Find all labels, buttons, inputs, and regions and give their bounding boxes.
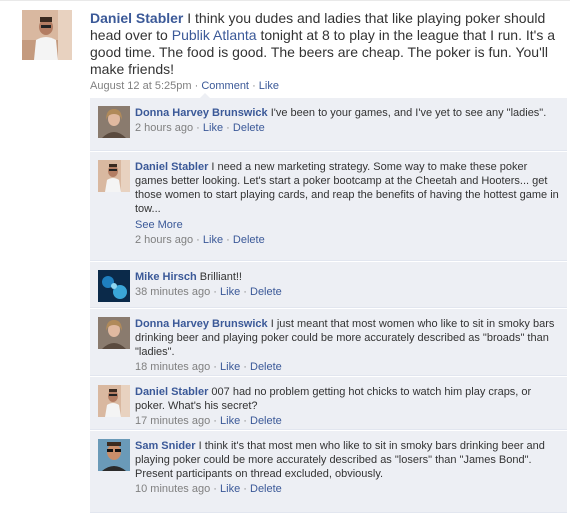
comment-delete-link[interactable]: Delete: [233, 234, 265, 246]
meta-separator: ·: [243, 361, 247, 373]
comment-author-link[interactable]: Sam Snider: [135, 440, 196, 452]
post-message: Daniel Stabler I think you dudes and lad…: [90, 10, 560, 78]
commenter-avatar[interactable]: [98, 160, 130, 192]
commenter-avatar[interactable]: [98, 317, 130, 349]
dark-blue-photo-icon: [98, 270, 130, 302]
comment-meta: 38 minutes ago · Like · Delete: [135, 285, 559, 299]
commenter-avatar[interactable]: [98, 106, 130, 138]
commenter-avatar[interactable]: [98, 385, 130, 417]
meta-separator: ·: [213, 361, 217, 373]
comments-list: Donna Harvey Brunswick I've been to your…: [90, 93, 567, 514]
comment-like-link[interactable]: Like: [203, 122, 223, 134]
comment-time[interactable]: 17 minutes ago: [135, 415, 210, 427]
comment-author-link[interactable]: Mike Hirsch: [135, 271, 197, 283]
comment-meta: 17 minutes ago · Like · Delete: [135, 414, 559, 428]
comment-item: Daniel Stabler I need a new marketing st…: [90, 152, 567, 261]
comment-like-link[interactable]: Like: [220, 483, 240, 495]
comment-item: Daniel Stabler 007 had no problem gettin…: [90, 377, 567, 430]
comment-delete-link[interactable]: Delete: [250, 361, 282, 373]
comment-time[interactable]: 2 hours ago: [135, 234, 193, 246]
comment-item: Donna Harvey Brunswick I just meant that…: [90, 309, 567, 376]
comment-text: I think it's that most men who like to s…: [135, 440, 545, 480]
woman-photo-icon: [98, 317, 130, 349]
meta-separator: ·: [243, 483, 247, 495]
comment-delete-link[interactable]: Delete: [233, 122, 265, 134]
comment-author-link[interactable]: Donna Harvey Brunswick: [135, 107, 268, 119]
meta-separator: ·: [243, 415, 247, 427]
comment-time[interactable]: 10 minutes ago: [135, 483, 210, 495]
comment-like-link[interactable]: Like: [220, 361, 240, 373]
meta-separator: ·: [194, 80, 199, 92]
meta-separator: ·: [226, 234, 230, 246]
woman-photo-icon: [98, 106, 130, 138]
meta-separator: ·: [213, 483, 217, 495]
comment-like-link[interactable]: Like: [220, 415, 240, 427]
post-timestamp[interactable]: August 12 at 5:25pm: [90, 80, 192, 92]
comment-delete-link[interactable]: Delete: [250, 415, 282, 427]
top-divider: [0, 0, 570, 1]
man-sunglasses-photo-icon: [98, 439, 130, 471]
comment-author-link[interactable]: Daniel Stabler: [135, 161, 208, 173]
meta-separator: ·: [196, 122, 200, 134]
comment-like-link[interactable]: Like: [220, 286, 240, 298]
comment-item: Donna Harvey Brunswick I've been to your…: [90, 98, 567, 151]
man-photo-icon: [98, 160, 130, 192]
comment-link[interactable]: Comment: [201, 80, 249, 92]
comment-author-link[interactable]: Donna Harvey Brunswick: [135, 318, 268, 330]
comment-time[interactable]: 18 minutes ago: [135, 361, 210, 373]
comment-meta: 2 hours ago · Like · Delete: [135, 233, 559, 247]
like-link[interactable]: Like: [259, 80, 279, 92]
comment-like-link[interactable]: Like: [203, 234, 223, 246]
comment-item: Sam Snider I think it's that most men wh…: [90, 431, 567, 513]
comment-time[interactable]: 2 hours ago: [135, 122, 193, 134]
commenter-avatar[interactable]: [98, 439, 130, 471]
comment-meta: 18 minutes ago · Like · Delete: [135, 360, 559, 374]
publik-atlanta-link[interactable]: Publik Atlanta: [172, 27, 257, 43]
commenter-avatar[interactable]: [98, 270, 130, 302]
meta-separator: ·: [196, 234, 200, 246]
meta-separator: ·: [213, 415, 217, 427]
see-more-link[interactable]: See More: [135, 218, 559, 232]
meta-separator: ·: [243, 286, 247, 298]
comment-time[interactable]: 38 minutes ago: [135, 286, 210, 298]
comment-meta: 10 minutes ago · Like · Delete: [135, 482, 559, 496]
comment-item: Mike Hirsch Brilliant!! 38 minutes ago ·…: [90, 262, 567, 308]
comment-meta: 2 hours ago · Like · Delete: [135, 121, 559, 135]
post-author-link[interactable]: Daniel Stabler: [90, 10, 183, 26]
comment-text: I've been to your games, and I've yet to…: [267, 107, 547, 119]
post-meta: August 12 at 5:25pm · Comment · Like: [90, 80, 560, 92]
comment-text: Brilliant!!: [196, 271, 242, 283]
comment-delete-link[interactable]: Delete: [250, 286, 282, 298]
man-photo-icon: [22, 10, 72, 60]
comment-author-link[interactable]: Daniel Stabler: [135, 386, 208, 398]
man-photo-icon: [98, 385, 130, 417]
meta-separator: ·: [213, 286, 217, 298]
meta-separator: ·: [226, 122, 230, 134]
author-avatar[interactable]: [22, 10, 72, 60]
meta-separator: ·: [252, 80, 256, 92]
comment-delete-link[interactable]: Delete: [250, 483, 282, 495]
